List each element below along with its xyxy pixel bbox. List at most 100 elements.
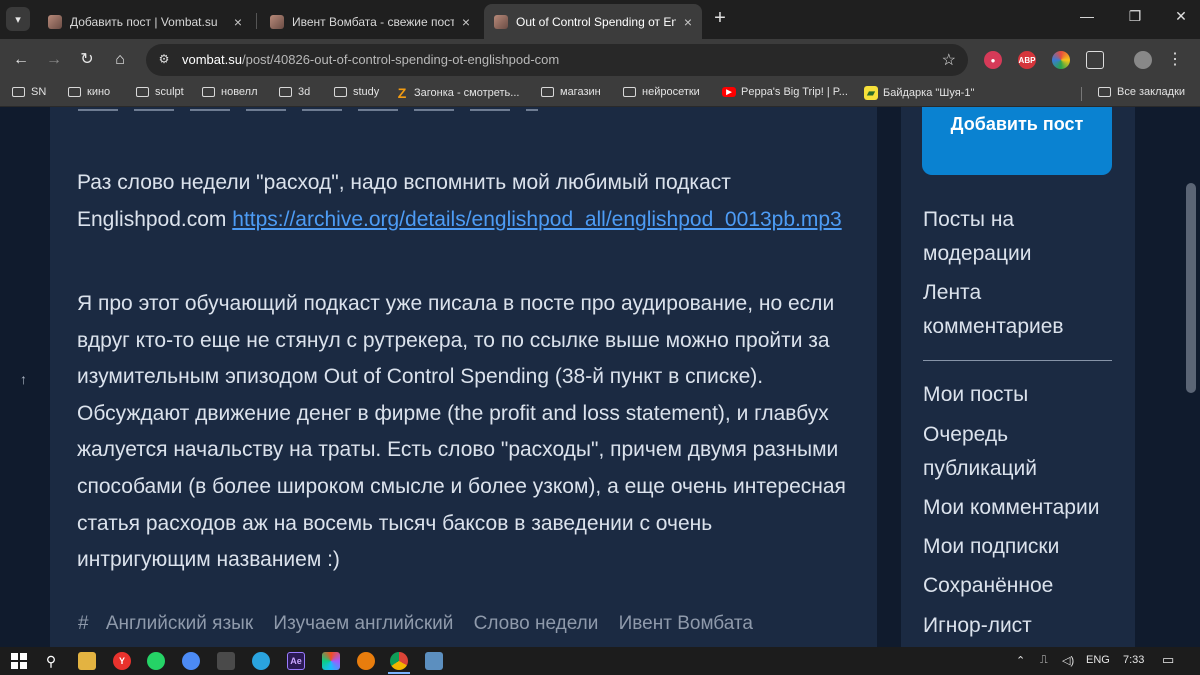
bookmark-folder[interactable]: магазин	[541, 86, 601, 98]
address-bar[interactable]: ⚙ vombat.su/post/40826-out-of-control-sp…	[146, 44, 968, 76]
close-window-button[interactable]: ✕	[1166, 8, 1196, 25]
tab-close-icon[interactable]: ×	[684, 14, 692, 30]
tag-link[interactable]: Изучаем английский	[273, 613, 453, 634]
add-post-button[interactable]: Добавить пост	[922, 107, 1112, 175]
folder-icon	[623, 87, 636, 97]
url-host: vombat.su	[182, 52, 242, 67]
sidebar-link-saved[interactable]: Сохранённое	[923, 569, 1123, 603]
minimize-window-button[interactable]: —	[1072, 8, 1102, 24]
network-icon[interactable]: ⎍	[1040, 654, 1048, 667]
bookmark-label: Байдарка "Шуя-1"	[883, 87, 975, 99]
bookmark-label: 3d	[298, 86, 311, 98]
browser-tab-active-post[interactable]: Out of Control Spending от Englishpod.co…	[484, 4, 702, 39]
file-explorer-icon[interactable]	[78, 652, 96, 670]
folder-icon	[279, 87, 292, 97]
tag-link[interactable]: Ивент Вомбата	[619, 613, 753, 634]
bookmark-folder[interactable]: SN	[12, 86, 46, 98]
profile-avatar[interactable]	[1134, 51, 1152, 69]
bookmark-folder[interactable]: нейросетки	[623, 86, 700, 98]
all-bookmarks-button[interactable]: Все закладки	[1098, 86, 1185, 98]
sidebar-link-my-comments[interactable]: Мои комментарии	[923, 491, 1123, 525]
figma-icon[interactable]	[322, 652, 340, 670]
sidebar-link-publish-queue[interactable]: Очередь публикаций	[923, 418, 1123, 486]
folder-icon	[68, 87, 81, 97]
puzzle-extensions-icon[interactable]	[1086, 51, 1104, 69]
browser-tab-strip: ▾ Добавить пост | Vombat.su × Ивент Вомб…	[0, 0, 1200, 39]
bookmark-label: study	[353, 86, 380, 98]
tab-title: Ивент Вомбата - свежие посты	[292, 14, 454, 29]
tray-overflow-icon[interactable]: ⌃	[1016, 654, 1025, 667]
bookmarks-separator	[1081, 87, 1082, 101]
url-path: /post/40826-out-of-control-spending-ot-e…	[241, 52, 560, 67]
blender-icon[interactable]	[357, 652, 375, 670]
adblock-extension-icon[interactable]: ABP	[1018, 51, 1036, 69]
bookmark-folder[interactable]: sculpt	[136, 86, 184, 98]
browser-tab-event[interactable]: Ивент Вомбата - свежие посты ×	[260, 4, 480, 39]
tag-link[interactable]: Слово недели	[474, 613, 599, 634]
notifications-icon[interactable]: ▭	[1162, 652, 1174, 668]
page-scrollbar[interactable]	[1183, 107, 1200, 647]
search-icon[interactable]: ⚲	[42, 652, 60, 670]
tag-link[interactable]: Английский язык	[106, 613, 253, 634]
browser-tab-add-post[interactable]: Добавить пост | Vombat.su ×	[38, 4, 252, 39]
bookmark-label: магазин	[560, 86, 601, 98]
tab-close-icon[interactable]: ×	[462, 14, 470, 30]
bookmark-folder[interactable]: новелл	[202, 86, 258, 98]
tab-close-icon[interactable]: ×	[234, 14, 242, 30]
whatsapp-icon[interactable]	[147, 652, 165, 670]
home-button[interactable]: ⌂	[109, 49, 131, 71]
clock[interactable]: 7:33	[1123, 654, 1144, 666]
post-tags: # Английский язык Изучаем английский Сло…	[78, 613, 768, 635]
scroll-to-top-icon[interactable]: ↑	[20, 371, 27, 387]
folder-icon	[202, 87, 215, 97]
bookmark-folder[interactable]: 3d	[279, 86, 310, 98]
yandex-browser-icon[interactable]: Y	[113, 652, 131, 670]
sidebar-link-my-posts[interactable]: Мои посты	[923, 378, 1123, 412]
post-article: Раз слово недели "расход", надо вспомнит…	[50, 107, 877, 647]
sidebar-link-subscriptions[interactable]: Мои подписки	[923, 530, 1123, 564]
back-button[interactable]: ←	[10, 49, 32, 71]
volume-icon[interactable]: ◁)	[1062, 654, 1074, 667]
bookmark-label: кино	[87, 86, 111, 98]
chromium-icon[interactable]	[182, 652, 200, 670]
vombat-favicon-icon	[270, 14, 284, 29]
sidebar-link-ignore-list[interactable]: Игнор-лист	[923, 609, 1123, 643]
tab-title: Добавить пост | Vombat.su	[70, 14, 218, 29]
browser-menu-button[interactable]: ⋮	[1164, 49, 1186, 71]
folder-icon	[12, 87, 25, 97]
tab-search-menu-button[interactable]: ▾	[6, 7, 30, 31]
bookmark-folder[interactable]: study	[334, 86, 379, 98]
restore-window-button[interactable]: ❐	[1120, 8, 1150, 25]
folder-icon	[136, 87, 149, 97]
sidebar-link-comments-feed[interactable]: Лента комментариев	[923, 276, 1123, 344]
new-tab-button[interactable]: +	[709, 8, 731, 30]
vombat-favicon-icon	[494, 14, 508, 29]
url-text[interactable]: vombat.su/post/40826-out-of-control-spen…	[182, 52, 559, 67]
scrollbar-thumb[interactable]	[1186, 183, 1196, 393]
site-favicon-icon: ▰	[864, 86, 878, 100]
image-viewer-icon[interactable]	[425, 652, 443, 670]
sidebar-link-moderation[interactable]: Посты на модерации	[923, 203, 1123, 271]
calculator-icon[interactable]	[217, 652, 235, 670]
colorful-extension-icon[interactable]	[1052, 51, 1070, 69]
bookmark-star-icon[interactable]: ☆	[942, 50, 956, 70]
post-paragraph-1: Раз слово недели "расход", надо вспомнит…	[77, 165, 847, 238]
archive-link[interactable]: https://archive.org/details/englishpod_a…	[232, 208, 841, 231]
reload-button[interactable]: ↻	[76, 49, 98, 71]
bookmark-folder[interactable]: кино	[68, 86, 110, 98]
after-effects-icon[interactable]: Ae	[287, 652, 305, 670]
bookmark-site[interactable]: ▰ Байдарка "Шуя-1"	[864, 86, 974, 100]
tab-title: Out of Control Spending от Englishpod.co…	[516, 14, 676, 29]
folder-icon	[541, 87, 554, 97]
bookmark-site[interactable]: Z Загонка - смотреть...	[395, 85, 520, 101]
telegram-icon[interactable]	[252, 652, 270, 670]
bookmark-site[interactable]: ▶ Peppa's Big Trip! | P...	[722, 86, 848, 98]
right-sidebar: Добавить пост Посты на модерации Лента к…	[901, 107, 1135, 647]
hash-icon: #	[78, 613, 89, 634]
windows-start-icon[interactable]	[10, 652, 28, 670]
forward-button[interactable]: →	[43, 49, 65, 71]
record-extension-icon[interactable]: ●	[984, 51, 1002, 69]
chrome-icon[interactable]	[390, 652, 408, 670]
site-settings-icon[interactable]: ⚙	[156, 52, 172, 68]
language-indicator[interactable]: ENG	[1086, 654, 1110, 666]
